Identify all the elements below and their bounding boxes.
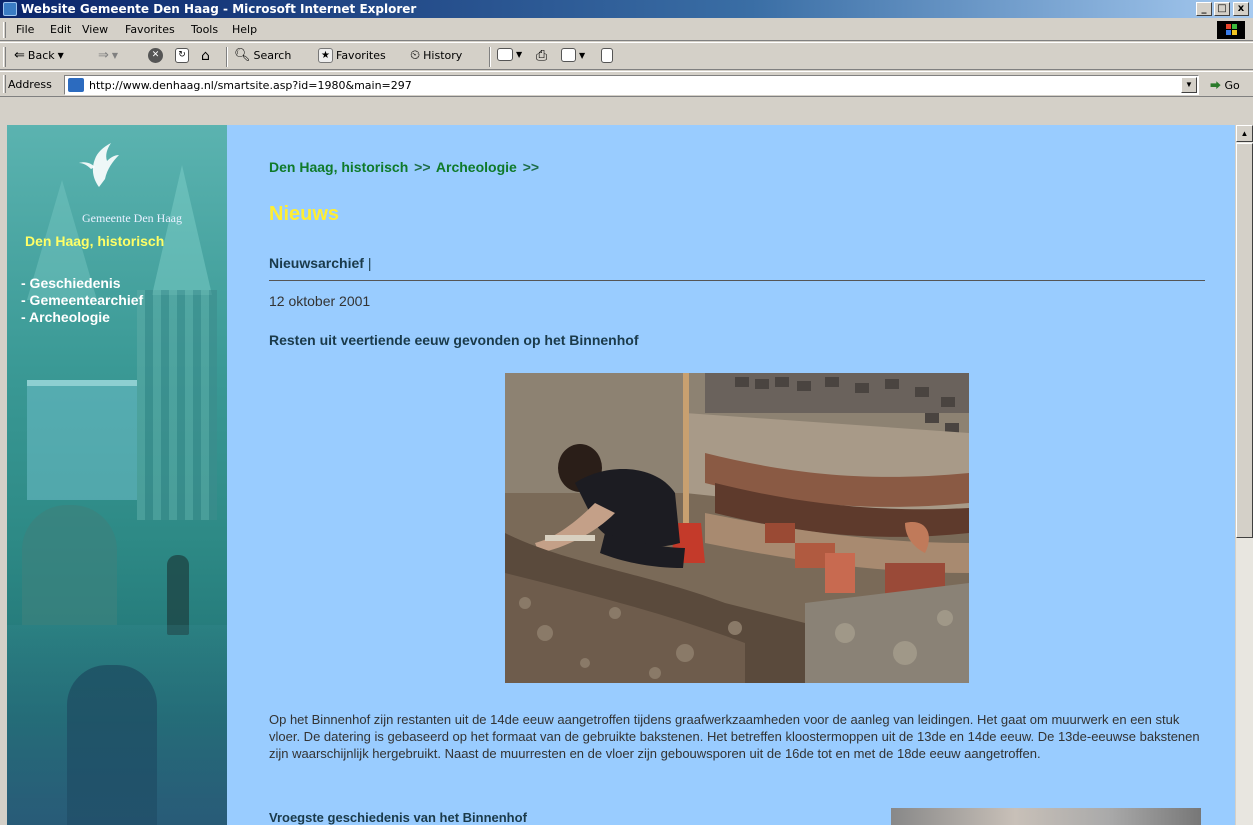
stop-button[interactable]: ✕ bbox=[148, 48, 163, 63]
menu-file[interactable]: File bbox=[16, 23, 34, 36]
title-bar: Website Gemeente Den Haag - Microsoft In… bbox=[0, 0, 1253, 18]
print-button[interactable]: ⎙ bbox=[536, 48, 547, 64]
mail-button[interactable]: ▼ bbox=[497, 48, 522, 61]
address-url: http://www.denhaag.nl/smartsite.asp?id=1… bbox=[89, 79, 412, 92]
article-headline: Resten uit veertiende eeuw gevonden op h… bbox=[269, 332, 639, 348]
page-icon bbox=[68, 78, 84, 92]
chevron-down-icon: ▼ bbox=[57, 51, 64, 60]
history-label: History bbox=[423, 49, 463, 62]
menubar-grip bbox=[3, 22, 6, 38]
page-viewport: Gemeente Den Haag Den Haag, historisch -… bbox=[7, 125, 1235, 825]
section-title[interactable]: Den Haag, historisch bbox=[25, 233, 164, 249]
internet-explorer-icon bbox=[3, 2, 17, 16]
back-arrow-icon: ⇐ bbox=[14, 48, 25, 63]
go-arrow-icon: ⮕ bbox=[1210, 79, 1221, 92]
minimize-button[interactable]: _ bbox=[1196, 2, 1212, 16]
search-icon: 🔍︎ bbox=[234, 48, 251, 63]
menu-edit[interactable]: Edit bbox=[50, 23, 71, 36]
municipality-name: Gemeente Den Haag bbox=[82, 211, 182, 225]
chevron-down-icon: ▼ bbox=[579, 50, 586, 60]
toolbar-grip bbox=[3, 47, 6, 67]
page-title: Nieuws bbox=[269, 203, 340, 225]
sidebar-item-gemeentearchief[interactable]: - Gemeentearchief bbox=[21, 292, 143, 309]
article-date: 12 oktober 2001 bbox=[269, 293, 371, 309]
maximize-button[interactable]: □ bbox=[1214, 2, 1230, 16]
favorites-star-icon: ★ bbox=[318, 48, 333, 63]
breadcrumb-separator: >> bbox=[522, 159, 540, 175]
forward-arrow-icon: ⇒ bbox=[98, 48, 109, 63]
toolbar-separator bbox=[489, 47, 491, 67]
mail-icon bbox=[497, 48, 513, 61]
scroll-thumb[interactable] bbox=[1236, 143, 1253, 538]
breadcrumb: Den Haag, historisch >> Archeologie >> bbox=[269, 159, 541, 175]
arch-decoration bbox=[22, 505, 117, 625]
address-input[interactable]: http://www.denhaag.nl/smartsite.asp?id=1… bbox=[64, 75, 1199, 95]
printer-icon: ⎙ bbox=[536, 48, 548, 64]
archive-separator: | bbox=[367, 255, 372, 271]
building-decoration bbox=[137, 290, 217, 520]
window-title: Website Gemeente Den Haag - Microsoft In… bbox=[21, 2, 417, 16]
news-archive-link[interactable]: Nieuwsarchief bbox=[269, 255, 364, 271]
menu-help[interactable]: Help bbox=[232, 23, 257, 36]
address-grip bbox=[3, 75, 6, 93]
article-body: Op het Binnenhof zijn restanten uit de 1… bbox=[269, 712, 1200, 761]
facade-decoration bbox=[27, 380, 137, 500]
windows-logo-icon bbox=[1217, 21, 1245, 39]
search-label: Search bbox=[253, 49, 292, 62]
menu-favorites[interactable]: Favorites bbox=[125, 23, 175, 36]
sidebar-nav: - Geschiedenis - Gemeentearchief - Arche… bbox=[21, 275, 143, 326]
menu-bar: File Edit View Favorites Tools Help bbox=[0, 19, 1253, 41]
refresh-button[interactable]: ↻ bbox=[175, 48, 189, 63]
chevron-down-icon: ▼ bbox=[516, 50, 523, 59]
stop-icon: ✕ bbox=[148, 48, 163, 63]
scroll-up-arrow-icon[interactable]: ▲ bbox=[1236, 125, 1253, 142]
search-button[interactable]: 🔍︎ Search bbox=[234, 48, 291, 63]
favorites-label: Favorites bbox=[336, 49, 386, 62]
stork-logo-icon bbox=[79, 143, 119, 187]
chevron-down-icon: ▼ bbox=[111, 51, 119, 60]
back-button[interactable]: ⇐ Back ▼ bbox=[14, 48, 64, 63]
home-button[interactable]: ⌂ bbox=[201, 48, 210, 64]
breadcrumb-separator: >> bbox=[414, 159, 431, 175]
binnenhof-photo bbox=[891, 808, 1201, 825]
close-button[interactable]: x bbox=[1233, 2, 1249, 16]
address-label: Address bbox=[8, 78, 52, 91]
archive-nav: Nieuwsarchief | bbox=[269, 255, 371, 271]
page-top-margin bbox=[0, 97, 1253, 125]
section-subheading: Vroegste geschiedenis van het Binnenhof bbox=[269, 810, 527, 825]
history-button[interactable]: ⏲︎ History bbox=[410, 48, 462, 63]
vertical-scrollbar[interactable]: ▲ bbox=[1235, 125, 1253, 825]
sidebar: Gemeente Den Haag Den Haag, historisch -… bbox=[7, 125, 227, 825]
breadcrumb-link-archeologie[interactable]: Archeologie bbox=[436, 159, 517, 175]
go-button[interactable]: ⮕ Go bbox=[1210, 77, 1240, 93]
address-dropdown-chevron-icon[interactable]: ▼ bbox=[1181, 77, 1197, 93]
discuss-button[interactable] bbox=[601, 48, 613, 63]
sidebar-item-archeologie[interactable]: - Archeologie bbox=[21, 309, 143, 326]
divider bbox=[269, 280, 1205, 281]
history-clock-icon: ⏲︎ bbox=[410, 48, 421, 63]
sidebar-item-geschiedenis[interactable]: - Geschiedenis bbox=[21, 275, 143, 292]
excavation-photo bbox=[505, 373, 969, 683]
standard-toolbar: ⇐ Back ▼ ⇒ ▼ ✕ ↻ ⌂ 🔍︎ Search ★ Favorites… bbox=[0, 42, 1253, 70]
go-label: Go bbox=[1224, 79, 1240, 92]
edit-page-icon bbox=[561, 48, 576, 62]
menu-tools[interactable]: Tools bbox=[191, 23, 218, 36]
address-bar: Address http://www.denhaag.nl/smartsite.… bbox=[0, 71, 1253, 97]
breadcrumb-link-den-haag-historisch[interactable]: Den Haag, historisch bbox=[269, 159, 408, 175]
refresh-icon: ↻ bbox=[175, 48, 189, 63]
document-icon bbox=[601, 48, 613, 63]
back-label: Back bbox=[27, 49, 55, 62]
statue-decoration bbox=[167, 555, 189, 635]
favorites-button[interactable]: ★ Favorites bbox=[318, 48, 386, 63]
home-icon: ⌂ bbox=[201, 48, 210, 64]
menu-view[interactable]: View bbox=[82, 23, 108, 36]
lower-building-decoration bbox=[7, 625, 227, 825]
toolbar-separator bbox=[226, 47, 228, 67]
forward-button[interactable]: ⇒ ▼ bbox=[98, 48, 118, 63]
tower-right-decoration bbox=[152, 165, 212, 295]
edit-button[interactable]: ▼ bbox=[561, 48, 585, 62]
